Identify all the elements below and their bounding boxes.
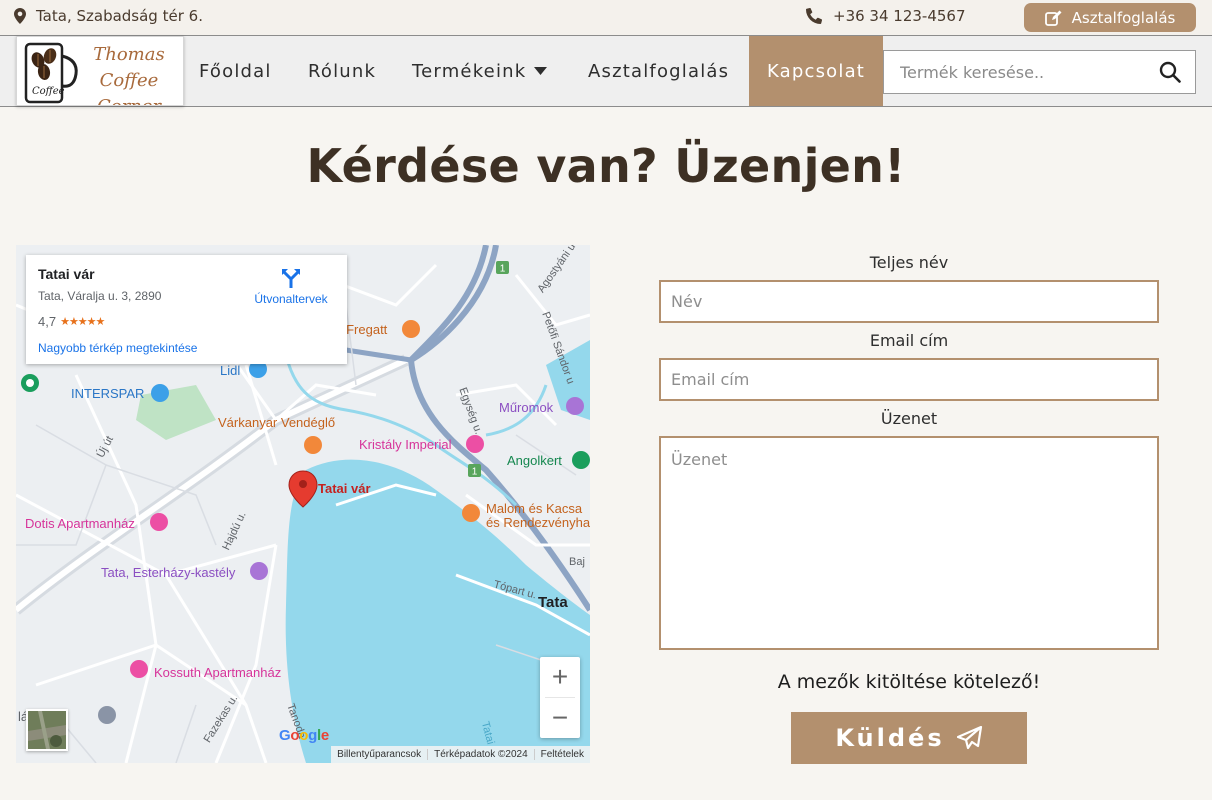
- map-label[interactable]: és Rendezvényha: [486, 515, 590, 530]
- zoom-out-button[interactable]: −: [540, 698, 580, 738]
- main-nav: Coffee Thomas Coffee Corner Főoldal Rólu…: [0, 35, 1212, 107]
- phone-info[interactable]: +36 34 123-4567: [806, 7, 966, 25]
- email-field[interactable]: [659, 358, 1159, 401]
- nav-item-contact[interactable]: Kapcsolat: [749, 36, 883, 106]
- larger-map-link[interactable]: Nagyobb térkép megtekintése: [38, 341, 197, 355]
- google-letter: o: [299, 727, 309, 744]
- top-bar: Tata, Szabadság tér 6. +36 34 123-4567 A…: [0, 0, 1212, 35]
- map-label[interactable]: Angolkert: [507, 453, 562, 468]
- map-label[interactable]: Malom és Kacsa: [486, 501, 582, 516]
- required-fields-note: A mezők kitöltése kötelező!: [777, 671, 1041, 693]
- mug-text: Coffee: [32, 86, 65, 97]
- logo-line-1: Thomas Coffee: [93, 44, 165, 91]
- logo-title: Thomas Coffee Corner: [74, 42, 183, 105]
- phone-text: +36 34 123-4567: [833, 7, 966, 25]
- reserve-button-label: Asztalfoglalás: [1071, 8, 1176, 27]
- nav-item-products[interactable]: Termékeink: [412, 36, 548, 106]
- name-field[interactable]: [659, 280, 1159, 323]
- product-search: [883, 50, 1196, 94]
- map-data-text: Térképadatok ©2024: [427, 749, 534, 760]
- road-badge-2: 1: [472, 467, 478, 478]
- name-label: Teljes név: [869, 253, 949, 272]
- submit-button[interactable]: Küldés: [791, 712, 1027, 764]
- nav-item-label: Kapcsolat: [766, 60, 866, 82]
- google-map-embed[interactable]: 1 1 z Fregatt Lidl INTERSPAR Várkanyar V…: [16, 245, 590, 763]
- map-label-tatai-var[interactable]: Tatai vár: [318, 481, 371, 496]
- directions-label: Útvonaltervek: [254, 292, 328, 306]
- nav-item-label: Termékeink: [412, 60, 527, 82]
- submit-label: Küldés: [835, 724, 945, 752]
- nav-item-label: Rólunk: [308, 60, 377, 82]
- address-text: Tata, Szabadság tér 6.: [36, 7, 203, 25]
- address-info: Tata, Szabadság tér 6.: [14, 7, 203, 25]
- message-label: Üzenet: [880, 409, 938, 428]
- nav-item-label: Asztalfoglalás: [588, 60, 730, 82]
- map-attribution: Billentyűparancsok Térképadatok ©2024 Fe…: [331, 746, 590, 763]
- map-label[interactable]: Lidl: [220, 363, 240, 378]
- map-pin-icon: [14, 8, 26, 24]
- nav-item-label: Főoldal: [199, 60, 272, 82]
- map-label[interactable]: Kossuth Apartmanház: [154, 665, 281, 680]
- map-label[interactable]: Várkanyar Vendéglő: [218, 415, 335, 430]
- google-letter: g: [308, 727, 317, 744]
- search-input[interactable]: [884, 51, 1146, 93]
- google-letter: o: [290, 727, 300, 744]
- terms-link[interactable]: Feltételek: [533, 749, 590, 760]
- page-title: Kérdése van? Üzenjen!: [306, 139, 906, 193]
- satellite-toggle-button[interactable]: [26, 709, 68, 751]
- map-label[interactable]: Kristály Imperial: [359, 437, 451, 452]
- email-label: Email cím: [869, 331, 949, 350]
- satellite-thumbnail-icon: [28, 711, 66, 749]
- zoom-controls: + −: [540, 657, 580, 738]
- keyboard-shortcuts-link[interactable]: Billentyűparancsok: [331, 749, 427, 760]
- street-label: Baj: [569, 556, 585, 568]
- coffee-mug-icon: Coffee: [24, 42, 78, 104]
- google-letter: G: [279, 727, 291, 744]
- logo-line-2: Corner: [74, 94, 183, 105]
- nav-item-reservation[interactable]: Asztalfoglalás: [588, 36, 729, 106]
- phone-icon: [806, 8, 822, 24]
- caret-down-icon: [534, 67, 548, 75]
- road-badge-1: 1: [500, 264, 506, 275]
- place-rating: 4,7 ★★★★★: [38, 314, 105, 329]
- place-title: Tatai vár: [38, 266, 95, 282]
- reserve-table-button[interactable]: Asztalfoglalás: [1024, 3, 1196, 32]
- google-letter: e: [320, 727, 329, 744]
- rating-value: 4,7: [38, 314, 57, 329]
- rating-stars: ★★★★★: [60, 316, 105, 328]
- map-label-city: Tata: [538, 594, 568, 611]
- paper-plane-icon: [956, 726, 982, 750]
- zoom-in-button[interactable]: +: [540, 657, 580, 697]
- place-info-card: Tatai vár Tata, Váralja u. 3, 2890 4,7 ★…: [26, 255, 347, 364]
- nav-item-home[interactable]: Főoldal: [199, 36, 272, 106]
- directions-link[interactable]: Útvonaltervek: [254, 266, 328, 306]
- edit-icon: [1044, 10, 1062, 26]
- site-logo[interactable]: Coffee Thomas Coffee Corner: [16, 36, 184, 106]
- map-label[interactable]: Dotis Apartmanház: [25, 516, 135, 531]
- nav-item-about[interactable]: Rólunk: [308, 36, 376, 106]
- message-field[interactable]: [659, 436, 1159, 650]
- google-logo: Google: [279, 727, 329, 744]
- map-label[interactable]: INTERSPAR: [71, 386, 144, 401]
- map-label[interactable]: Tata, Esterházy-kastély: [101, 565, 235, 580]
- place-address: Tata, Váralja u. 3, 2890: [38, 289, 162, 303]
- search-icon[interactable]: [1159, 61, 1181, 83]
- directions-icon: [282, 269, 300, 288]
- map-label[interactable]: Műromok: [499, 400, 553, 415]
